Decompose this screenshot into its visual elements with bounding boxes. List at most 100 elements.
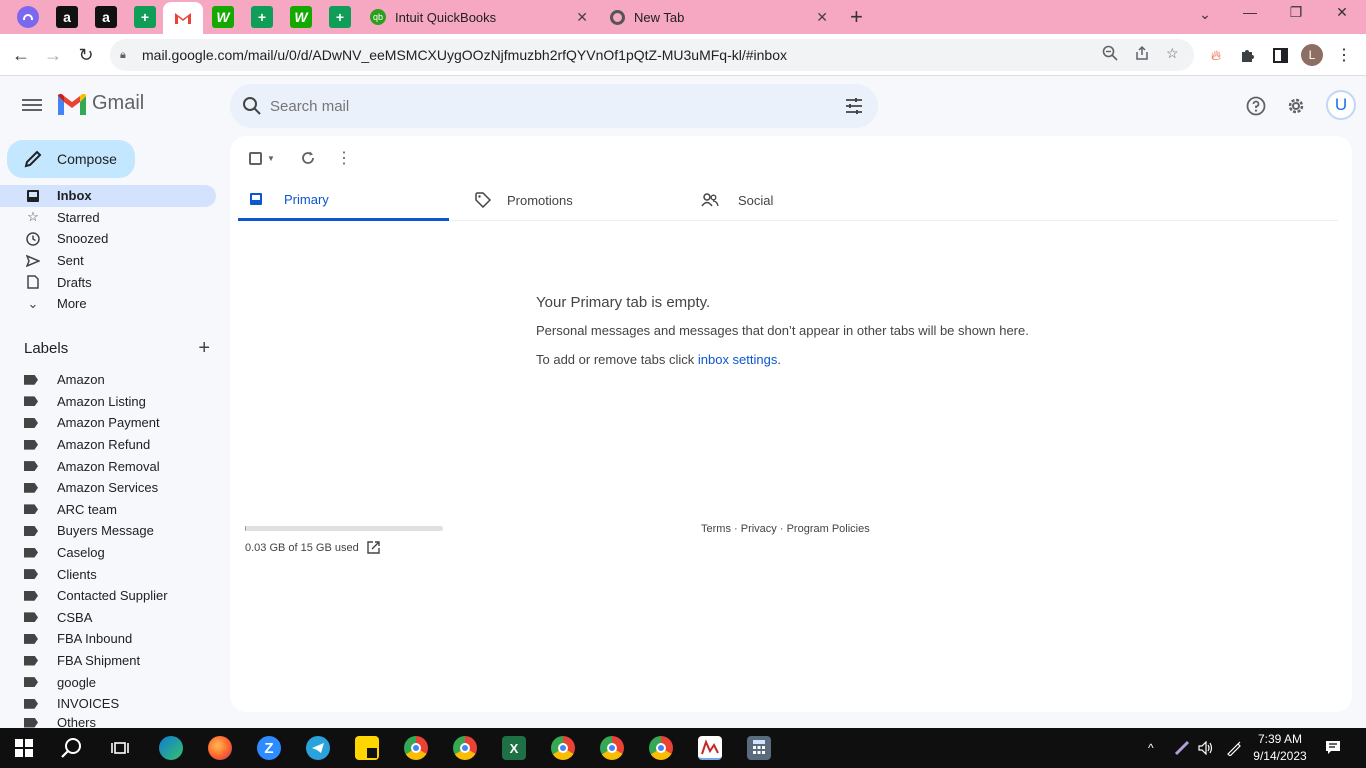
label-item[interactable]: Amazon Removal bbox=[0, 455, 216, 477]
search-options-icon[interactable] bbox=[844, 96, 864, 116]
inbox-settings-link[interactable]: inbox settings bbox=[698, 352, 778, 367]
program-policies-link[interactable]: Program Policies bbox=[787, 523, 870, 535]
search-bar[interactable] bbox=[230, 84, 878, 128]
nav-item-sent[interactable]: Sent bbox=[0, 250, 216, 272]
chrome-menu-icon[interactable]: ⋮ bbox=[1333, 44, 1355, 66]
share-icon[interactable] bbox=[1134, 45, 1150, 64]
taskbar-search-icon[interactable] bbox=[60, 736, 84, 760]
label-item[interactable]: Contacted Supplier bbox=[0, 585, 216, 607]
more-options-icon[interactable]: ⋮ bbox=[334, 148, 354, 168]
label-item[interactable]: CSBA bbox=[0, 607, 216, 629]
pen-tray-icon[interactable] bbox=[1172, 728, 1192, 768]
close-tab-icon[interactable]: ✕ bbox=[576, 9, 588, 26]
zoom-icon[interactable] bbox=[1102, 45, 1118, 64]
sheets-tab-icon[interactable]: + bbox=[251, 6, 273, 28]
extension-fire-icon[interactable]: 🔥︎ bbox=[1205, 44, 1227, 66]
chrome-icon[interactable] bbox=[551, 736, 575, 760]
gmail-header: Gmail U bbox=[0, 76, 1366, 136]
nav-item-more[interactable]: ⌄ More bbox=[0, 293, 216, 315]
task-view-icon[interactable] bbox=[108, 736, 132, 760]
label-item[interactable]: ARC team bbox=[0, 499, 216, 521]
volume-icon[interactable] bbox=[1196, 728, 1216, 768]
tab-new-tab[interactable]: New Tab ✕ bbox=[610, 4, 832, 30]
label-item[interactable]: Amazon Services bbox=[0, 477, 216, 499]
label-item[interactable]: FBA Shipment bbox=[0, 650, 216, 672]
edge-icon[interactable] bbox=[159, 736, 183, 760]
calculator-icon[interactable] bbox=[747, 736, 771, 760]
nav-item-inbox[interactable]: Inbox bbox=[0, 185, 216, 207]
upwork-tab-icon[interactable]: W bbox=[212, 6, 234, 28]
close-window-button[interactable]: ✕ bbox=[1322, 4, 1362, 21]
gmail-logo[interactable]: Gmail bbox=[58, 92, 144, 115]
help-icon[interactable] bbox=[1244, 94, 1268, 118]
label-item[interactable]: google bbox=[0, 671, 216, 693]
label-item[interactable]: Amazon bbox=[0, 369, 216, 391]
label-item[interactable]: FBA Inbound bbox=[0, 628, 216, 650]
extensions-puzzle-icon[interactable] bbox=[1237, 44, 1259, 66]
chrome-icon[interactable] bbox=[649, 736, 673, 760]
tab-quickbooks-label: Intuit QuickBooks bbox=[395, 9, 497, 25]
notifications-icon[interactable] bbox=[1322, 728, 1344, 768]
minimize-button[interactable]: — bbox=[1230, 4, 1270, 20]
label-item[interactable]: Amazon Payment bbox=[0, 412, 216, 434]
label-item[interactable]: Amazon Listing bbox=[0, 391, 216, 413]
amazon-tab-icon[interactable]: a bbox=[95, 6, 117, 28]
amazon-tab-icon[interactable]: a bbox=[56, 6, 78, 28]
chrome-icon[interactable] bbox=[404, 736, 428, 760]
tab-quickbooks[interactable]: qb Intuit QuickBooks ✕ bbox=[370, 4, 592, 30]
label-item[interactable]: Caselog bbox=[0, 542, 216, 564]
settings-gear-icon[interactable] bbox=[1284, 94, 1308, 118]
compose-button[interactable]: Compose bbox=[7, 140, 135, 178]
label-tag-icon bbox=[24, 374, 38, 385]
main-menu-icon[interactable] bbox=[20, 96, 44, 116]
network-pen-icon[interactable] bbox=[1224, 728, 1244, 768]
restore-button[interactable]: ❐ bbox=[1276, 4, 1316, 21]
close-tab-icon[interactable]: ✕ bbox=[816, 9, 828, 26]
label-item[interactable]: Amazon Refund bbox=[0, 434, 216, 456]
search-icon[interactable] bbox=[242, 96, 262, 116]
clickup-tab-icon[interactable] bbox=[17, 6, 39, 28]
zoom-app-icon[interactable]: Z bbox=[257, 736, 281, 760]
label-item[interactable]: Clients bbox=[0, 563, 216, 585]
refresh-icon[interactable] bbox=[298, 148, 318, 168]
sheets-tab-icon[interactable]: + bbox=[329, 6, 351, 28]
side-panel-icon[interactable] bbox=[1269, 44, 1291, 66]
open-external-icon[interactable] bbox=[367, 541, 380, 554]
new-tab-button[interactable]: + bbox=[850, 4, 870, 30]
telegram-icon[interactable] bbox=[306, 736, 330, 760]
sticky-notes-icon[interactable] bbox=[355, 736, 379, 760]
omnibox[interactable]: 🔒︎ mail.google.com/mail/u/0/d/ADwNV_eeMS… bbox=[110, 39, 1194, 71]
firefox-icon[interactable] bbox=[208, 736, 232, 760]
bookmark-star-icon[interactable]: ☆ bbox=[1166, 45, 1179, 62]
nav-item-snoozed[interactable]: Snoozed bbox=[0, 228, 216, 250]
tab-social[interactable]: Social bbox=[700, 180, 911, 220]
nav-item-drafts[interactable]: Drafts bbox=[0, 271, 216, 293]
nav-item-starred[interactable]: ☆ Starred bbox=[0, 207, 216, 229]
sheets-tab-icon[interactable]: + bbox=[134, 6, 156, 28]
privacy-link[interactable]: Privacy bbox=[741, 523, 777, 535]
terms-link[interactable]: Terms bbox=[701, 523, 731, 535]
account-avatar[interactable]: U bbox=[1326, 90, 1356, 120]
select-all-checkbox[interactable]: ▼ bbox=[246, 148, 278, 168]
show-hidden-icons[interactable]: ^ bbox=[1148, 728, 1154, 768]
tab-primary[interactable]: Primary bbox=[238, 180, 449, 221]
upwork-tab-icon[interactable]: W bbox=[290, 6, 312, 28]
reload-button[interactable]: ↻ bbox=[73, 42, 99, 68]
profile-avatar[interactable]: L bbox=[1301, 44, 1323, 66]
tab-promotions[interactable]: Promotions bbox=[473, 180, 684, 220]
chart-app-icon[interactable] bbox=[698, 736, 722, 760]
excel-icon[interactable]: X bbox=[502, 736, 526, 760]
label-item[interactable]: INVOICES bbox=[0, 693, 216, 715]
create-label-icon[interactable]: + bbox=[198, 337, 210, 360]
back-button[interactable]: ← bbox=[8, 42, 34, 68]
chrome-icon[interactable] bbox=[453, 736, 477, 760]
chrome-icon[interactable] bbox=[600, 736, 624, 760]
label-item[interactable]: Buyers Message bbox=[0, 520, 216, 542]
gmail-tab-icon[interactable] bbox=[163, 2, 203, 34]
windows-start-icon[interactable] bbox=[12, 736, 36, 760]
label-item[interactable]: Others bbox=[0, 715, 216, 729]
tab-search-icon[interactable]: ⌄ bbox=[1185, 6, 1225, 23]
taskbar-clock[interactable]: 7:39 AM 9/14/2023 bbox=[1250, 731, 1310, 765]
forward-button[interactable]: → bbox=[40, 42, 66, 68]
search-input[interactable] bbox=[270, 97, 830, 115]
